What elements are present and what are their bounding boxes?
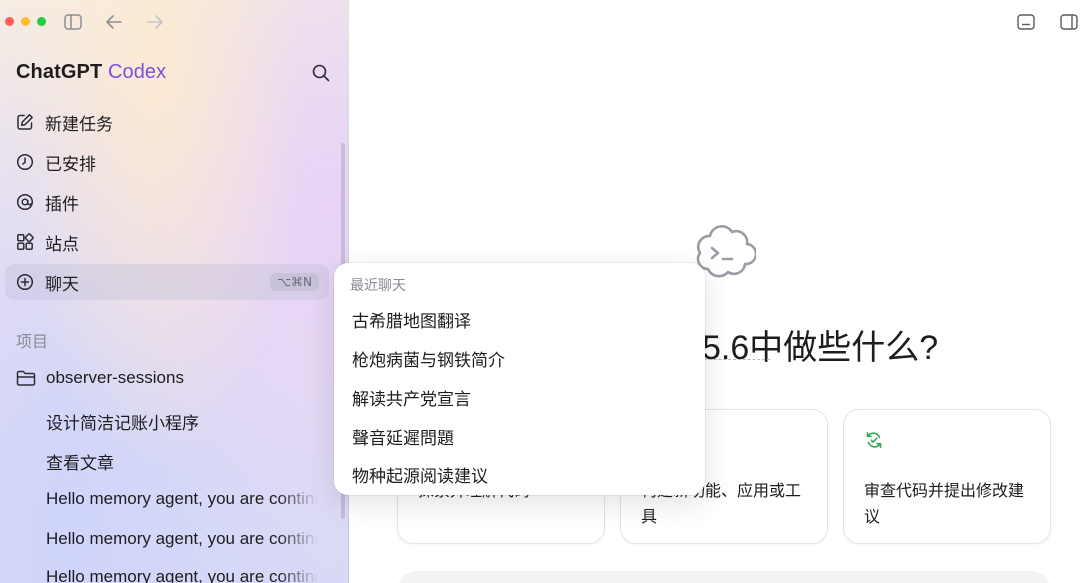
folder-icon xyxy=(16,368,36,388)
right-panel-toggle-icon[interactable] xyxy=(1060,13,1078,31)
suggestion-card-review[interactable]: 审查代码并提出修改建议 xyxy=(843,409,1051,544)
nav-label: 已安排 xyxy=(45,154,96,175)
projects-section-title: 项目 xyxy=(16,332,49,351)
nav-plugins[interactable]: 插件 xyxy=(5,184,329,220)
app-brand: ChatGPT Codex xyxy=(16,61,166,84)
thread-item[interactable]: Hello memory agent, you are continuing xyxy=(46,489,318,509)
nav-scheduled[interactable]: 已安排 xyxy=(5,144,329,180)
recent-chat-item[interactable]: 枪炮病菌与钢铁简介 xyxy=(352,346,505,371)
forward-arrow-icon[interactable] xyxy=(145,12,165,32)
close-window-button[interactable] xyxy=(5,17,14,26)
thread-item[interactable]: 设计简洁记账小程序 xyxy=(46,409,318,434)
thread-item[interactable]: Hello memory agent, you are continuing xyxy=(46,529,318,549)
terminal-panel-icon[interactable] xyxy=(1017,13,1035,31)
recent-chat-item[interactable]: 聲音延遲問題 xyxy=(352,424,454,449)
brand-name: ChatGPT xyxy=(16,61,103,83)
keyboard-shortcut: ⌥⌘N xyxy=(270,273,319,291)
minimize-window-button[interactable] xyxy=(21,17,30,26)
sidebar-toggle-icon[interactable] xyxy=(63,12,83,32)
search-icon[interactable] xyxy=(311,63,331,83)
back-arrow-icon[interactable] xyxy=(104,12,124,32)
window-controls xyxy=(5,17,46,26)
thread-item[interactable]: 查看文章 xyxy=(46,449,318,474)
nav-label: 新建任务 xyxy=(45,114,113,135)
popup-title: 最近聊天 xyxy=(350,278,406,294)
project-label: observer-sessions xyxy=(46,368,184,387)
clock-icon xyxy=(16,153,34,171)
project-item[interactable]: observer-sessions xyxy=(16,368,184,388)
grid-icon xyxy=(16,233,34,251)
nav-label: 插件 xyxy=(45,194,79,215)
nav-new-task[interactable]: 新建任务 xyxy=(5,104,329,140)
nav-label: 聊天 xyxy=(45,274,79,295)
sidebar: ChatGPT Codex 新建任务 已安排 插件 站点 聊天 ⌥⌘N 项目 o… xyxy=(0,0,349,583)
thread-item[interactable]: Hello memory agent, you are continuing xyxy=(46,567,318,583)
edit-icon xyxy=(16,113,34,131)
plus-circle-icon xyxy=(16,273,34,291)
zoom-window-button[interactable] xyxy=(37,17,46,26)
recent-chats-popup: 最近聊天 古希腊地图翻译 枪炮病菌与钢铁简介 解读共产党宣言 聲音延遲問題 物种… xyxy=(334,263,705,495)
page-headline: 5.6中做些什么? xyxy=(702,329,939,367)
recent-chat-item[interactable]: 古希腊地图翻译 xyxy=(352,307,471,332)
nav-chat[interactable]: 聊天 ⌥⌘N xyxy=(5,264,329,300)
model-selector-underline[interactable] xyxy=(704,359,770,360)
nav-sites[interactable]: 站点 xyxy=(5,224,329,260)
card-text: 审查代码并提出修改建议 xyxy=(864,481,1025,526)
recent-chat-item[interactable]: 解读共产党宣言 xyxy=(352,385,471,410)
brand-product: Codex xyxy=(107,61,167,83)
at-sign-icon xyxy=(16,193,34,211)
composer-input[interactable] xyxy=(397,571,1051,583)
review-refresh-icon xyxy=(864,430,884,450)
recent-chat-item[interactable]: 物种起源阅读建议 xyxy=(352,462,488,487)
nav-label: 站点 xyxy=(45,234,79,255)
